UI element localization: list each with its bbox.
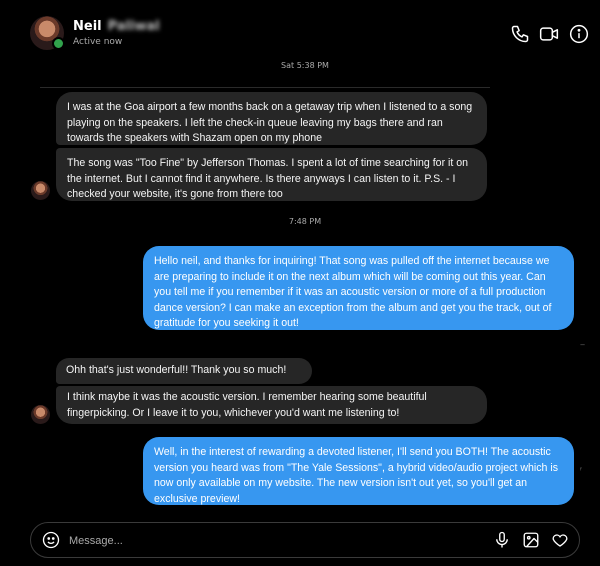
- emoji-icon[interactable]: [42, 531, 60, 549]
- active-status: Active now: [73, 37, 123, 47]
- video-icon[interactable]: [539, 24, 559, 44]
- contact-first-name: Neil: [73, 19, 102, 34]
- divider: [40, 87, 490, 88]
- seen-indicator: ‒: [580, 340, 586, 349]
- message-bubble-incoming[interactable]: I think maybe it was the acoustic versio…: [56, 386, 487, 424]
- info-icon[interactable]: [569, 24, 589, 44]
- contact-avatar[interactable]: [30, 16, 65, 50]
- microphone-icon[interactable]: [493, 531, 511, 549]
- online-indicator: [52, 37, 65, 50]
- phone-icon[interactable]: [510, 24, 530, 44]
- contact-last-name-redacted: Paliwal: [107, 19, 160, 34]
- message-bubble-incoming[interactable]: Ohh that's just wonderful!! Thank you so…: [56, 358, 312, 384]
- message-bubble-outgoing[interactable]: Well, in the interest of rewarding a dev…: [143, 437, 574, 505]
- heart-icon[interactable]: [551, 531, 569, 549]
- contact-avatar-small[interactable]: [31, 405, 50, 424]
- image-icon[interactable]: [522, 531, 540, 549]
- message-input[interactable]: [67, 531, 451, 551]
- timestamp: 7:48 PM: [288, 217, 322, 226]
- message-bubble-outgoing[interactable]: Hello neil, and thanks for inquiring! Th…: [143, 246, 574, 330]
- message-bubble-incoming[interactable]: I was at the Goa airport a few months ba…: [56, 92, 487, 145]
- contact-name[interactable]: Neil Paliwal: [73, 19, 160, 34]
- chat-header: Neil Paliwal Active now: [0, 0, 600, 58]
- timestamp: Sat 5:38 PM: [281, 61, 329, 70]
- message-bubble-incoming[interactable]: The song was "Too Fine" by Jefferson Tho…: [56, 148, 487, 201]
- seen-indicator: ᶠ: [580, 466, 583, 475]
- contact-avatar-small[interactable]: [31, 181, 50, 200]
- message-composer: [30, 522, 580, 558]
